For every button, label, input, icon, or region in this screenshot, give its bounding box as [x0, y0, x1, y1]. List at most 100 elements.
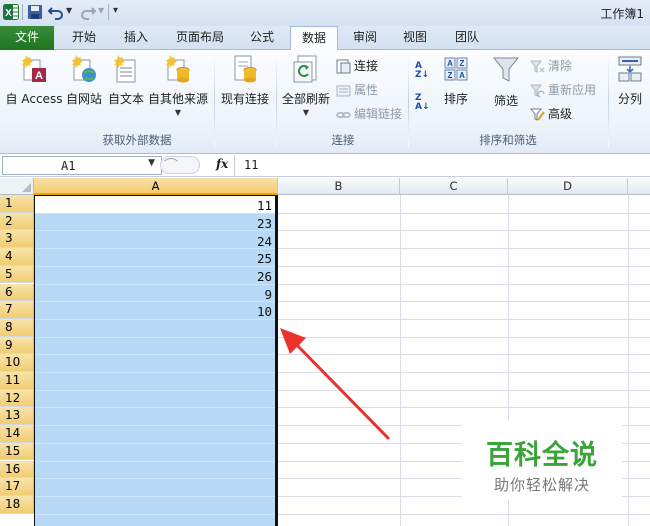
row-header-5[interactable]: 5 — [0, 265, 34, 284]
row-header-7[interactable]: 7 — [0, 301, 34, 319]
row-header-12[interactable]: 12 — [0, 389, 34, 408]
row-header-16[interactable]: 16 — [0, 460, 34, 479]
cell-a3[interactable]: 24 — [36, 233, 272, 250]
existing-connections-button[interactable]: 现有连接 — [218, 54, 272, 107]
gridline — [628, 195, 629, 526]
tab-formulas[interactable]: 公式 — [242, 26, 282, 50]
gridline — [400, 195, 401, 526]
row-header-10[interactable]: 10 — [0, 354, 34, 372]
watermark-subtitle: 助你轻松解决 — [493, 476, 590, 494]
tab-file[interactable]: 文件 — [0, 26, 54, 50]
sort-descending-button[interactable]: Z A↓ — [415, 94, 433, 118]
formula-input[interactable]: 11 — [244, 158, 258, 172]
existing-connections-icon — [231, 54, 259, 84]
clear-filter-label: 清除 — [548, 59, 573, 73]
row-header-18[interactable]: 18 — [0, 495, 34, 514]
svg-text:A: A — [447, 59, 453, 68]
advanced-filter-button[interactable]: 高级 — [529, 105, 572, 123]
chevron-down-icon[interactable]: ▼ — [148, 158, 155, 168]
selection-gridline — [35, 372, 276, 373]
customize-qat-icon[interactable]: ▾ — [113, 5, 118, 16]
reapply-filter-label: 重新应用 — [548, 83, 597, 97]
reapply-filter-button[interactable]: 重新应用 — [529, 81, 597, 99]
resize-handle-icon[interactable]: ⌒ — [164, 155, 178, 175]
row-header-3[interactable]: 3 — [0, 230, 34, 249]
insert-function-icon[interactable]: fx — [216, 157, 228, 171]
refresh-all-button[interactable]: 全部刷新 ▼ — [282, 54, 330, 117]
tab-view[interactable]: 视图 — [394, 26, 436, 50]
undo-dropdown-icon[interactable]: ▼ — [66, 6, 72, 15]
from-text-button[interactable]: 自文本 — [106, 54, 146, 107]
properties-label: 属性 — [354, 83, 379, 97]
redo-icon[interactable] — [80, 4, 97, 20]
column-header-b[interactable]: B — [278, 178, 400, 195]
name-box[interactable]: A1 ▼ — [2, 156, 162, 175]
redo-dropdown-icon[interactable]: ▼ — [98, 6, 104, 15]
row-header-13[interactable]: 13 — [0, 407, 34, 426]
tab-team[interactable]: 团队 — [446, 26, 488, 50]
filter-button[interactable]: 筛选 — [486, 54, 526, 109]
save-icon[interactable] — [27, 4, 43, 20]
web-globe-icon — [70, 54, 98, 84]
ribbon-separator — [408, 56, 409, 148]
formula-bar-buttons[interactable]: ⌒ — [160, 156, 200, 174]
cell-a5[interactable]: 26 — [36, 268, 272, 285]
column-header-e[interactable] — [628, 178, 650, 195]
cell-a7[interactable]: 10 — [36, 303, 272, 320]
selection-gridline — [35, 460, 276, 462]
tab-review[interactable]: 审阅 — [344, 26, 386, 50]
edit-links-button[interactable]: 编辑链接 — [336, 105, 402, 123]
from-access-button[interactable]: A 自 Access — [4, 54, 64, 107]
ribbon-separator — [276, 56, 277, 148]
tab-data[interactable]: 数据 — [290, 26, 338, 51]
selection-gridline — [35, 442, 276, 444]
row-header-17[interactable]: 17 — [0, 478, 34, 496]
selection-gridline — [35, 407, 276, 409]
select-all-corner[interactable] — [0, 178, 34, 195]
row-header-2[interactable]: 2 — [0, 212, 34, 231]
sort-az-icon: A Z↓ — [415, 61, 430, 80]
cell-a2[interactable]: 23 — [36, 215, 272, 232]
undo-icon[interactable] — [47, 4, 64, 20]
connections-button[interactable]: 连接 — [336, 57, 378, 75]
row-header-4[interactable]: 4 — [0, 248, 34, 266]
row-header-8[interactable]: 8 — [0, 318, 34, 337]
selection-gridline — [35, 389, 276, 391]
tab-page-layout[interactable]: 页面布局 — [166, 26, 234, 50]
properties-button[interactable]: 属性 — [336, 81, 378, 99]
filter-funnel-icon — [492, 54, 520, 84]
tab-home[interactable]: 开始 — [62, 26, 106, 50]
column-header-a[interactable]: A — [34, 178, 278, 195]
ribbon-separator — [608, 56, 609, 148]
sort-ascending-button[interactable]: A Z↓ — [415, 62, 433, 86]
from-access-label: 自 Access — [5, 92, 63, 106]
row-header-9[interactable]: 9 — [0, 336, 34, 355]
chain-link-icon — [336, 107, 351, 122]
qat-divider-2 — [108, 4, 109, 20]
text-to-columns-button[interactable]: 分列 — [612, 54, 648, 107]
cell-a6[interactable]: 9 — [36, 286, 272, 303]
formula-divider — [234, 155, 235, 176]
selection-gridline — [35, 513, 276, 515]
from-other-sources-button[interactable]: 自其他来源 ▼ — [148, 54, 208, 117]
row-header-6[interactable]: 6 — [0, 283, 34, 302]
filter-label: 筛选 — [493, 94, 518, 108]
refresh-all-label: 全部刷新 — [282, 92, 331, 106]
clear-filter-button[interactable]: 清除 — [529, 57, 573, 75]
tab-insert[interactable]: 插入 — [114, 26, 158, 50]
column-header-d[interactable]: D — [508, 178, 628, 195]
ribbon-tabs: 文件 开始 插入 页面布局 公式 数据 审阅 视图 团队 — [0, 26, 650, 51]
row-header-15[interactable]: 15 — [0, 442, 34, 461]
column-header-c[interactable]: C — [400, 178, 508, 195]
access-database-icon: A — [20, 54, 48, 84]
from-web-button[interactable]: 自网站 — [64, 54, 104, 107]
sort-dialog-icon: AZZA — [442, 54, 470, 84]
cell-a4[interactable]: 25 — [36, 250, 272, 267]
refresh-icon — [292, 54, 320, 84]
sort-button[interactable]: AZZA 排序 — [438, 54, 474, 107]
row-header-1[interactable]: 1 — [0, 195, 34, 213]
other-sources-icon — [164, 54, 192, 84]
cell-a1[interactable]: 11 — [36, 197, 272, 214]
row-header-14[interactable]: 14 — [0, 425, 34, 443]
row-header-11[interactable]: 11 — [0, 372, 34, 390]
